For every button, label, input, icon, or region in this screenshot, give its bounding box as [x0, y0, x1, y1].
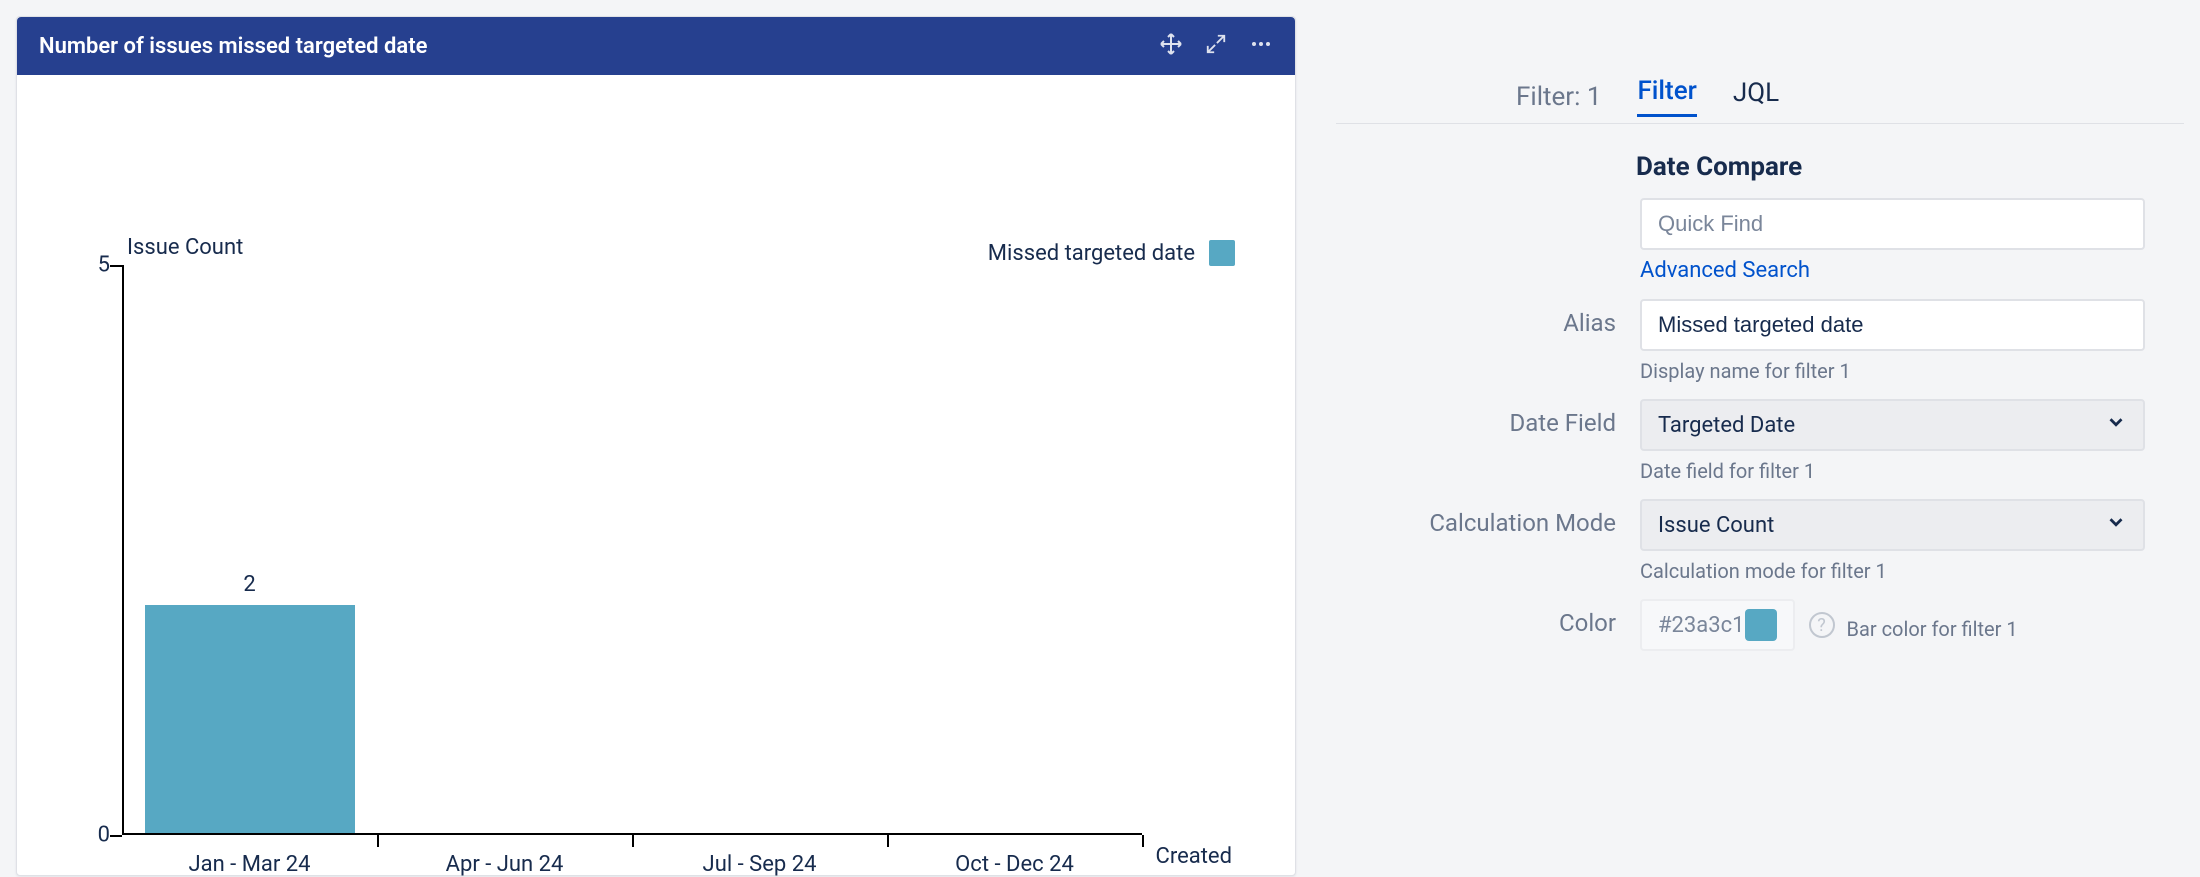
x-tick [632, 835, 634, 847]
calcmode-value: Issue Count [1658, 513, 1774, 538]
chart-bar[interactable]: 2 [145, 605, 355, 833]
y-tick-label: 0 [80, 823, 110, 848]
chart-legend: Missed targeted date [988, 240, 1235, 266]
advanced-search-link[interactable]: Advanced Search [1640, 258, 1810, 283]
alias-label: Alias [1336, 299, 1616, 337]
chevron-down-icon [2105, 411, 2127, 439]
tab-filter[interactable]: Filter [1637, 76, 1696, 117]
tabs-row: Filter: 1 Filter JQL [1336, 76, 2184, 124]
panel-header-actions [1159, 32, 1273, 60]
y-tick-label: 5 [80, 253, 110, 278]
panel-title: Number of issues missed targeted date [39, 34, 427, 59]
chart-panel: Number of issues missed targeted date Is… [16, 16, 1296, 876]
y-tick [110, 265, 122, 267]
chart-body: Issue Count Missed targeted date Created… [17, 75, 1295, 875]
x-tick [1142, 835, 1144, 847]
panel-header: Number of issues missed targeted date [17, 17, 1295, 75]
datefield-value: Targeted Date [1658, 413, 1795, 438]
y-axis-line [122, 265, 124, 835]
calcmode-hint: Calculation mode for filter 1 [1640, 559, 2145, 583]
tab-jql[interactable]: JQL [1733, 78, 1779, 116]
bar-value-label: 2 [243, 572, 255, 597]
y-tick [110, 835, 122, 837]
alias-row: Alias Display name for filter 1 [1336, 299, 2184, 383]
x-axis-title: Created [1156, 844, 1232, 869]
legend-swatch-icon [1209, 240, 1235, 266]
calcmode-row: Calculation Mode Issue Count Calculation… [1336, 499, 2184, 583]
quickfind-input[interactable] [1640, 198, 2145, 250]
color-hint: Bar color for filter 1 [1847, 617, 2018, 641]
x-tick [887, 835, 889, 847]
quickfind-row: Advanced Search [1336, 198, 2184, 283]
calcmode-select[interactable]: Issue Count [1640, 499, 2145, 551]
datefield-row: Date Field Targeted Date Date field for … [1336, 399, 2184, 483]
color-swatch-icon [1745, 609, 1777, 641]
move-icon[interactable] [1159, 32, 1183, 60]
section-title: Date Compare [1636, 152, 2184, 182]
more-icon[interactable] [1249, 32, 1273, 60]
plot-area: Created 05Jan - Mar 242Apr - Jun 24Jul -… [122, 265, 1142, 835]
color-input[interactable]: #23a3c1 [1640, 599, 1795, 651]
expand-icon[interactable] [1205, 33, 1227, 59]
help-icon[interactable]: ? [1809, 612, 1835, 638]
x-tick [377, 835, 379, 847]
y-axis-title: Issue Count [127, 235, 243, 260]
alias-input[interactable] [1640, 299, 2145, 351]
alias-hint: Display name for filter 1 [1640, 359, 2145, 383]
datefield-hint: Date field for filter 1 [1640, 459, 2145, 483]
filter-count-label: Filter: 1 [1516, 82, 1601, 112]
x-tick-label: Apr - Jun 24 [446, 852, 564, 877]
chevron-down-icon [2105, 511, 2127, 539]
datefield-select[interactable]: Targeted Date [1640, 399, 2145, 451]
x-tick-label: Oct - Dec 24 [955, 852, 1074, 877]
x-tick-label: Jul - Sep 24 [703, 852, 817, 877]
calcmode-label: Calculation Mode [1336, 499, 1616, 537]
legend-label: Missed targeted date [988, 241, 1195, 266]
datefield-label: Date Field [1336, 399, 1616, 437]
color-value: #23a3c1 [1658, 613, 1745, 638]
x-tick-label: Jan - Mar 24 [188, 852, 310, 877]
config-panel: Filter: 1 Filter JQL Date Compare Advanc… [1336, 16, 2184, 854]
color-row: Color #23a3c1 ? Bar color for filter 1 [1336, 599, 2184, 651]
color-label: Color [1336, 599, 1616, 637]
